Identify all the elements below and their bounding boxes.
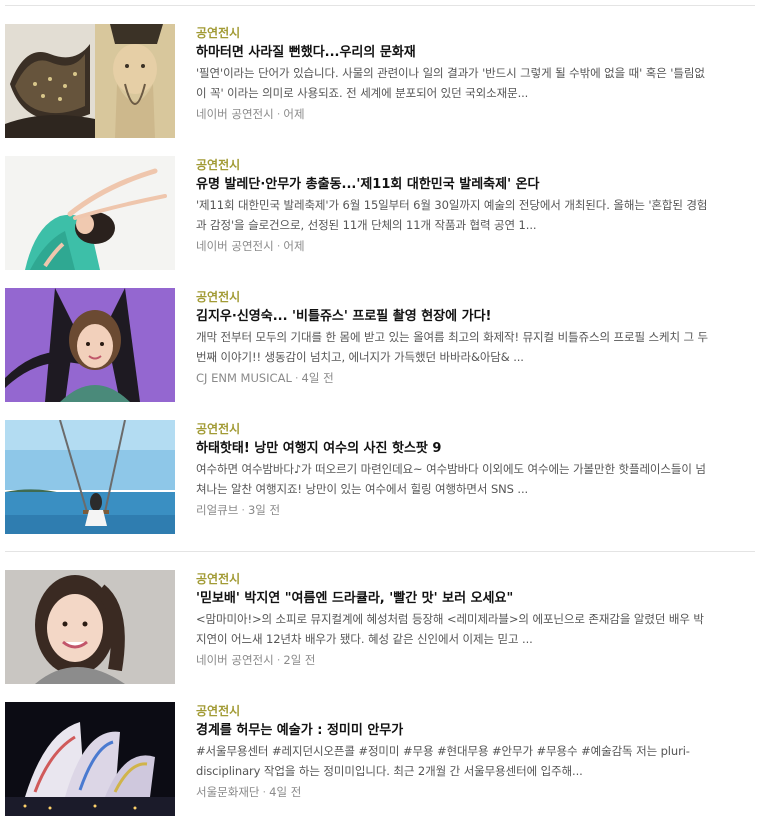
article-time: 4일 전 <box>301 371 334 385</box>
article-source[interactable]: 네이버 공연전시 <box>196 239 274 253</box>
article-source[interactable]: CJ ENM MUSICAL <box>196 371 292 385</box>
article-description[interactable]: '필연'이라는 단어가 있습니다. 사물의 관련이나 일의 결과가 '반드시 그… <box>196 63 711 103</box>
meta-separator: · <box>294 371 299 385</box>
actress-portrait-image <box>5 570 175 684</box>
article-item[interactable]: 공연전시 김지우·신영숙... '비틀쥬스' 프로필 촬영 현장에 가다! 개막… <box>5 288 755 402</box>
article-time: 2일 전 <box>283 653 316 667</box>
article-meta: 네이버 공연전시 · 2일 전 <box>196 652 711 668</box>
article-thumbnail[interactable] <box>5 702 175 816</box>
article-thumbnail[interactable] <box>5 420 175 534</box>
article-source[interactable]: 리얼큐브 <box>196 503 238 517</box>
article-thumbnail[interactable] <box>5 570 175 684</box>
article-thumbnail[interactable] <box>5 156 175 270</box>
ballet-dancer-image <box>5 156 175 270</box>
article-description[interactable]: 여수하면 여수밤바다♪가 떠오르기 마련인데요~ 여수밤바다 이외에도 여수에는… <box>196 459 711 499</box>
article-item[interactable]: 공연전시 경계를 허무는 예술가 : 정미미 안무가 #서울무용센터 #레지던시… <box>5 702 755 816</box>
article-source[interactable]: 네이버 공연전시 <box>196 653 274 667</box>
article-time: 어제 <box>283 107 305 121</box>
meta-separator: · <box>276 239 281 253</box>
article-title[interactable]: 경계를 허무는 예술가 : 정미미 안무가 <box>196 722 711 740</box>
article-category[interactable]: 공연전시 <box>196 703 711 719</box>
group-divider <box>5 551 755 552</box>
article-source[interactable]: 서울문화재단 <box>196 785 259 799</box>
article-title[interactable]: 하태핫태! 낭만 여행지 여수의 사진 핫스팟 9 <box>196 440 711 458</box>
article-category[interactable]: 공연전시 <box>196 289 711 305</box>
meta-separator: · <box>241 503 245 517</box>
yeosu-swing-image <box>5 420 175 534</box>
article-meta: 네이버 공연전시 · 어제 <box>196 106 711 122</box>
article-category[interactable]: 공연전시 <box>196 157 711 173</box>
article-source[interactable]: 네이버 공연전시 <box>196 107 274 121</box>
article-meta: CJ ENM MUSICAL · 4일 전 <box>196 370 711 386</box>
top-divider <box>5 5 755 6</box>
article-title[interactable]: 김지우·신영숙... '비틀쥬스' 프로필 촬영 현장에 가다! <box>196 308 711 326</box>
article-meta: 리얼큐브 · 3일 전 <box>196 502 711 518</box>
article-title[interactable]: 유명 발레단·안무가 총출동...'제11회 대한민국 발레축제' 온다 <box>196 176 711 194</box>
article-meta: 서울문화재단 · 4일 전 <box>196 784 711 800</box>
article-thumbnail[interactable] <box>5 288 175 402</box>
article-item[interactable]: 공연전시 하마터면 사라질 뻔했다...우리의 문화재 '필연'이라는 단어가 … <box>5 24 755 138</box>
article-item[interactable]: 공연전시 유명 발레단·안무가 총출동...'제11회 대한민국 발레축제' 온… <box>5 156 755 270</box>
article-title[interactable]: '믿보배' 박지연 "여름엔 드라큘라, '빨간 맛' 보러 오세요" <box>196 590 711 608</box>
article-thumbnail[interactable] <box>5 24 175 138</box>
meta-separator: · <box>262 785 267 799</box>
meta-separator: · <box>276 653 281 667</box>
article-item[interactable]: 공연전시 하태핫태! 낭만 여행지 여수의 사진 핫스팟 9 여수하면 여수밤바… <box>5 420 755 534</box>
article-meta: 네이버 공연전시 · 어제 <box>196 238 711 254</box>
article-category[interactable]: 공연전시 <box>196 421 711 437</box>
opera-house-projection-image <box>5 702 175 816</box>
article-description[interactable]: 개막 전부터 모두의 기대를 한 몸에 받고 있는 올여름 최고의 화제작! 뮤… <box>196 327 711 367</box>
article-category[interactable]: 공연전시 <box>196 571 711 587</box>
meta-separator: · <box>276 107 281 121</box>
article-title[interactable]: 하마터면 사라질 뻔했다...우리의 문화재 <box>196 44 711 62</box>
heritage-artifact-image <box>5 24 175 138</box>
article-time: 3일 전 <box>247 503 281 517</box>
musical-actress-image <box>5 288 175 402</box>
article-category[interactable]: 공연전시 <box>196 25 711 41</box>
article-time: 어제 <box>283 239 305 253</box>
article-time: 4일 전 <box>269 785 302 799</box>
article-item[interactable]: 공연전시 '믿보배' 박지연 "여름엔 드라큘라, '빨간 맛' 보러 오세요"… <box>5 570 755 684</box>
article-description[interactable]: #서울무용센터 #레지던시오픈콜 #정미미 #무용 #현대무용 #안무가 #무용… <box>196 741 711 781</box>
article-description[interactable]: '제11회 대한민국 발레축제'가 6월 15일부터 6월 30일까지 예술의 … <box>196 195 711 235</box>
article-description[interactable]: <맘마미아!>의 소피로 뮤지컬계에 혜성처럼 등장해 <레미제라블>의 에포닌… <box>196 609 711 649</box>
